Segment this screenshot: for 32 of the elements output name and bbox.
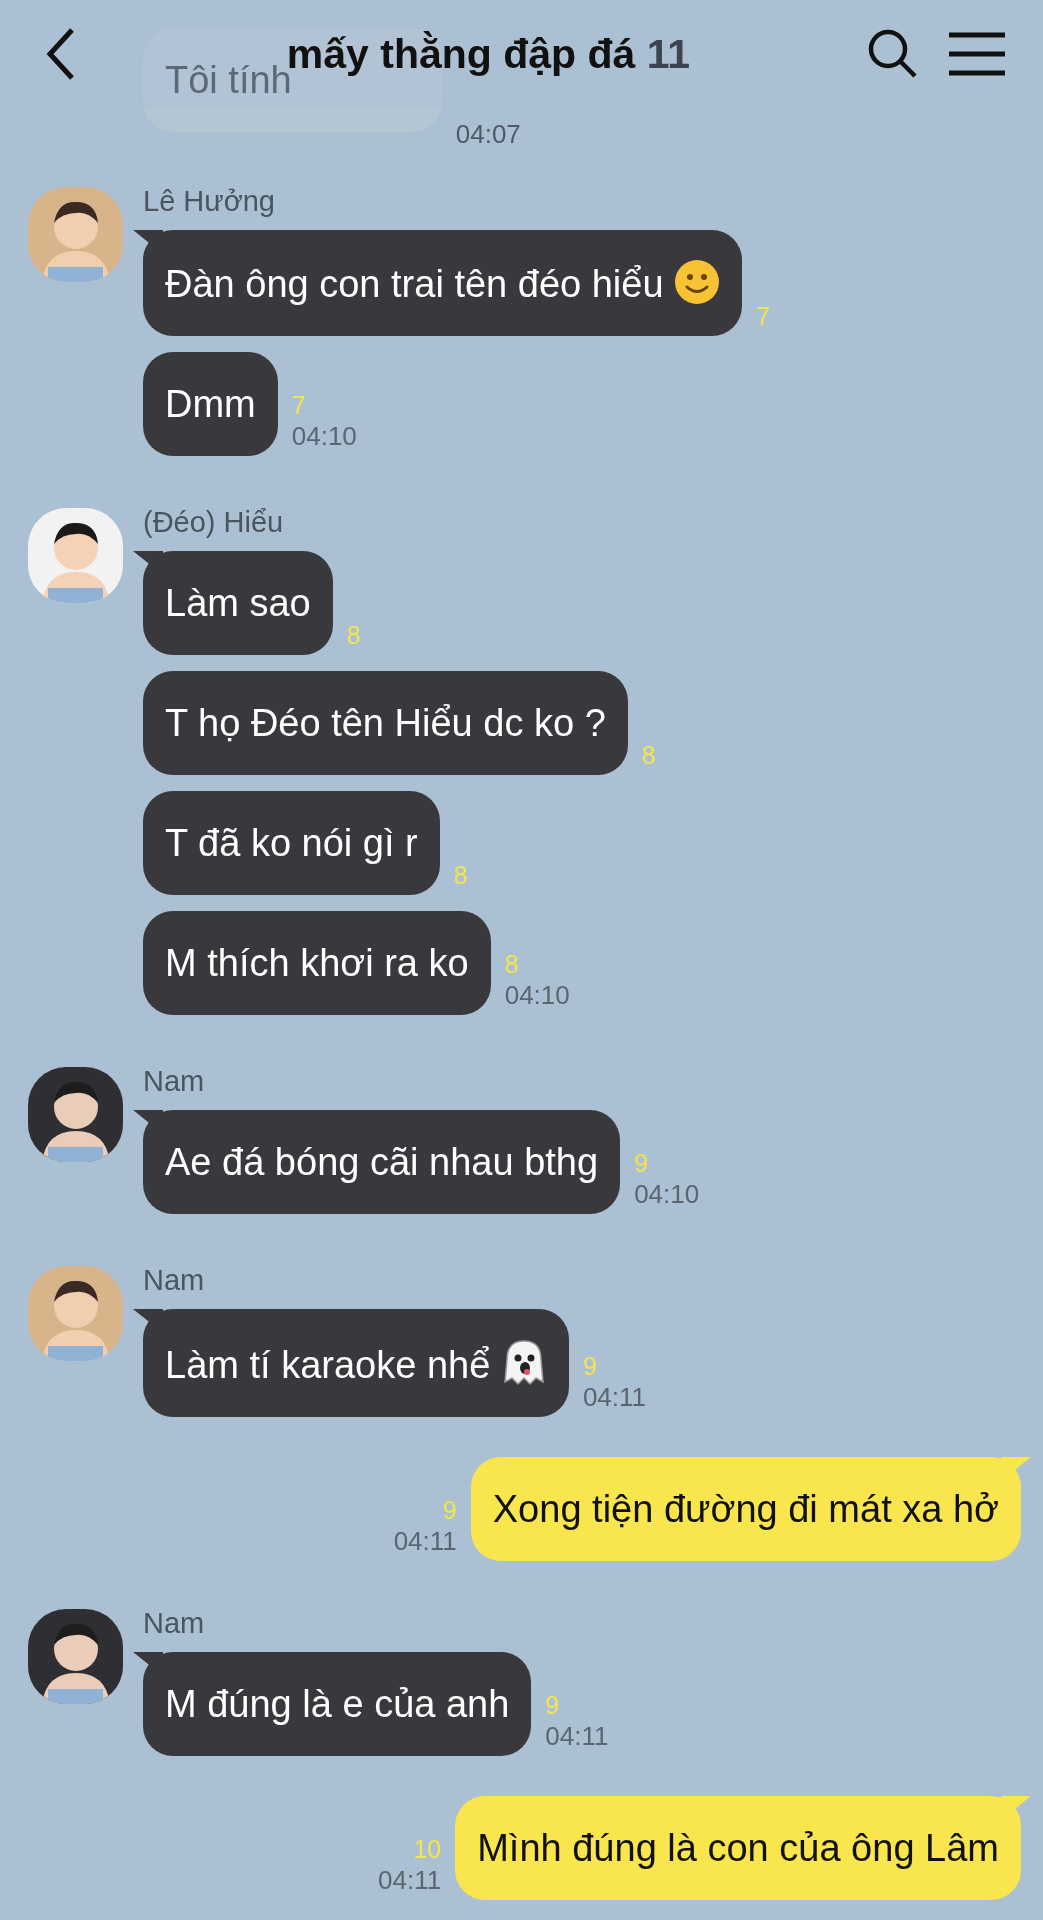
- unread-count: 8: [504, 949, 520, 980]
- message-bubble: T họ Đéo tên Hiểu dc ko ?: [143, 671, 628, 775]
- message-time: 04:11: [378, 1865, 442, 1896]
- message-bubble: T đã ko nói gì r: [143, 791, 440, 895]
- message-time: 04:10: [291, 421, 357, 452]
- menu-icon[interactable]: [949, 32, 1005, 76]
- message-bubble: Dmm: [143, 352, 278, 456]
- message-time: 04:10: [634, 1179, 700, 1210]
- smiley-icon: [674, 259, 721, 305]
- search-icon[interactable]: [867, 28, 919, 80]
- message-time: 04:07: [455, 119, 521, 150]
- sender-name: (Đéo) Hiểu: [143, 506, 285, 539]
- unread-count: 9: [634, 1148, 650, 1179]
- message-time: 04:10: [504, 980, 570, 1011]
- unread-count: 8: [453, 860, 468, 891]
- unread-count: 9: [442, 1495, 457, 1526]
- message-time: 04:11: [393, 1526, 457, 1557]
- unread-count: 8: [641, 740, 656, 771]
- sender-name: Nam: [143, 1264, 206, 1297]
- message-time: 04:11: [545, 1721, 609, 1752]
- member-count: 11: [646, 30, 691, 77]
- unread-count: 8: [346, 620, 361, 651]
- sender-name: Nam: [143, 1065, 206, 1098]
- unread-count: 10: [413, 1834, 442, 1865]
- unread-count: 7: [756, 301, 771, 332]
- sender-name: Nam: [143, 1607, 206, 1640]
- message-bubble: M thích khơi ra ko: [143, 911, 491, 1015]
- message-time: 04:11: [582, 1382, 646, 1413]
- unread-count: 7: [291, 390, 307, 421]
- unread-count: 9: [545, 1690, 561, 1721]
- sender-name: Lê Hưởng: [143, 185, 276, 218]
- unread-count: 9: [582, 1351, 598, 1382]
